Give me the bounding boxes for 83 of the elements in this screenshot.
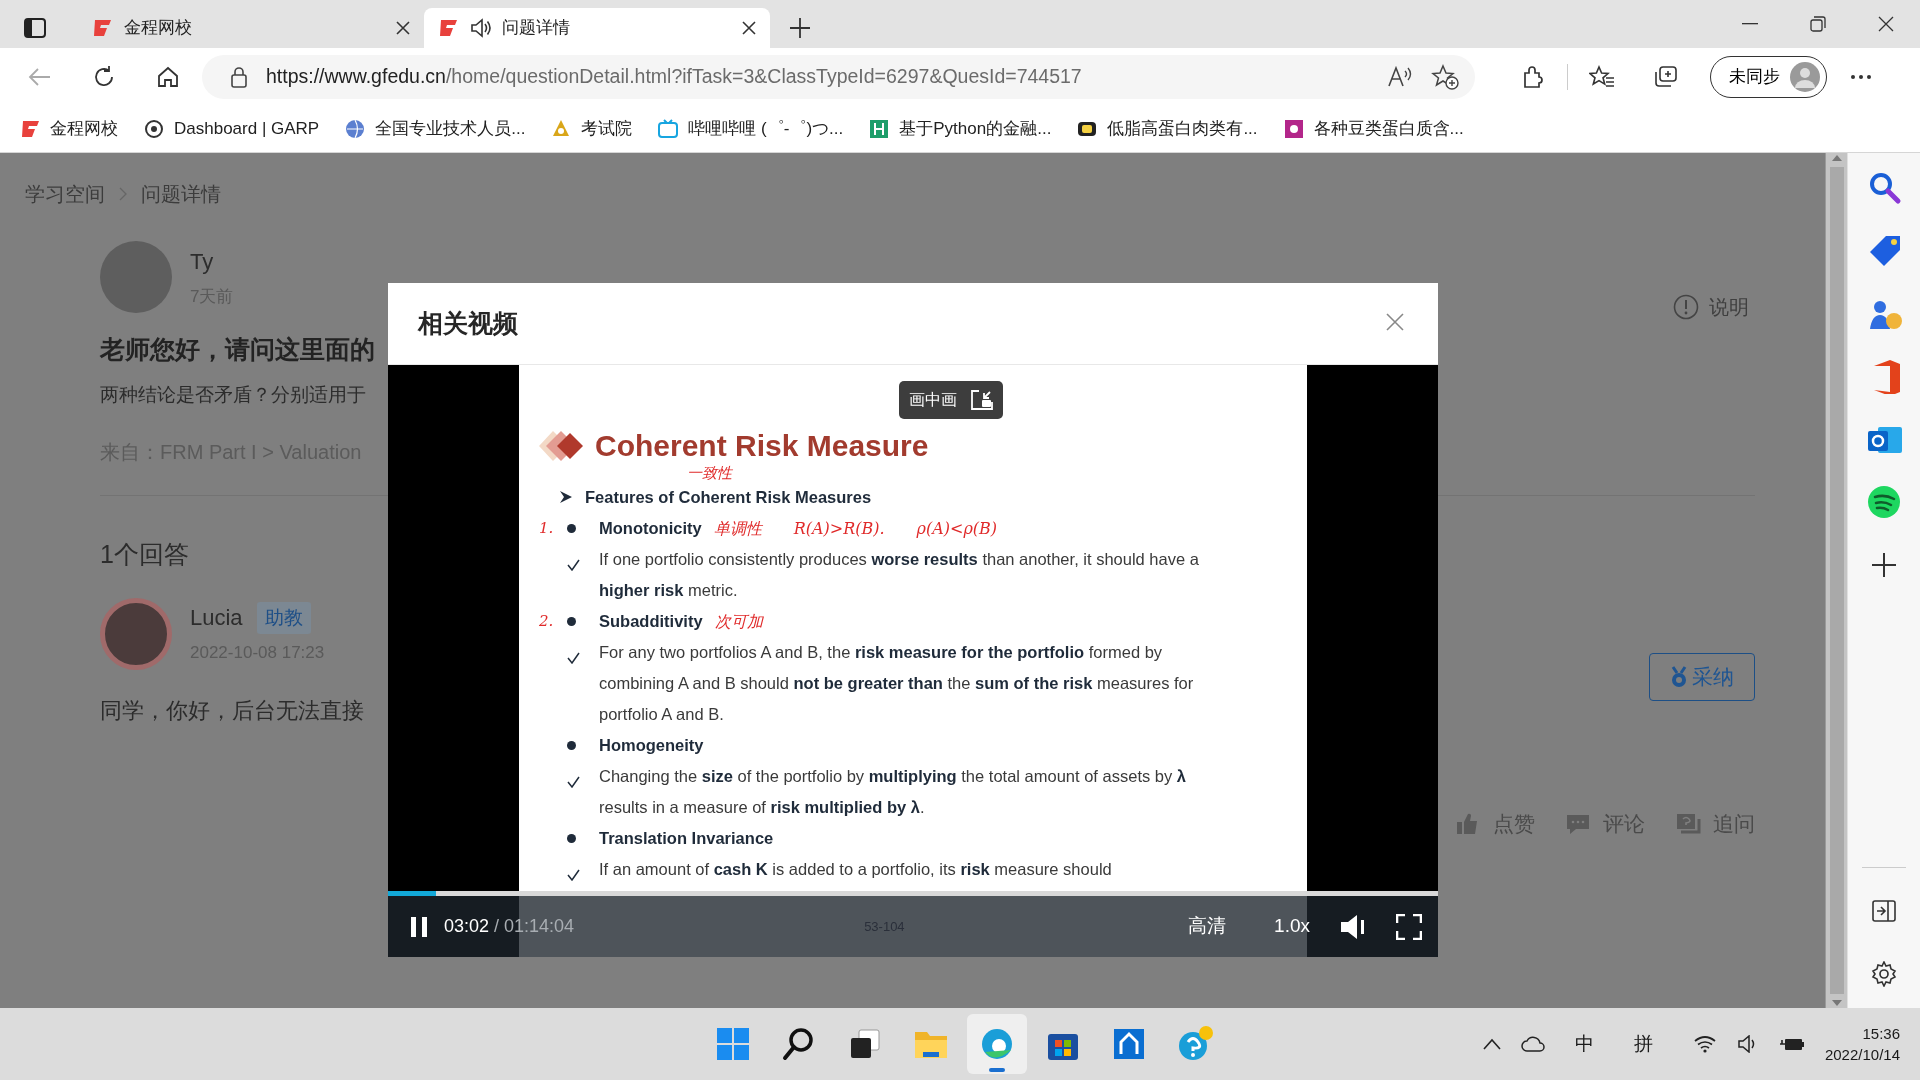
bookmark-icon bbox=[144, 118, 164, 139]
check-icon bbox=[567, 652, 580, 665]
picture-in-picture-icon bbox=[971, 390, 993, 410]
cloud-icon[interactable] bbox=[1520, 1036, 1545, 1052]
progress-track[interactable] bbox=[388, 891, 1438, 896]
bookmark-icon bbox=[551, 118, 572, 139]
role-tag: 助教 bbox=[256, 601, 311, 634]
avatar-icon bbox=[1790, 61, 1820, 92]
check-icon bbox=[567, 869, 580, 882]
slide-title: Coherent Risk Measure bbox=[595, 428, 929, 464]
answers-heading: 1个回答 bbox=[100, 539, 189, 570]
close-icon[interactable] bbox=[742, 21, 756, 35]
fullscreen-icon[interactable] bbox=[1396, 913, 1422, 940]
browser-icon[interactable] bbox=[967, 1014, 1027, 1074]
profile-button[interactable]: 未同步 bbox=[1710, 55, 1827, 98]
speaker-icon[interactable] bbox=[470, 18, 492, 38]
author-name: Lucia bbox=[190, 604, 243, 633]
info-icon bbox=[1673, 294, 1699, 320]
ime-indicator[interactable]: 拼 bbox=[1633, 1029, 1653, 1059]
check-icon bbox=[567, 776, 580, 789]
bullet-icon bbox=[567, 834, 576, 843]
bookmark-link[interactable]: 基于Python的金融... bbox=[869, 115, 1052, 142]
site-logo-icon bbox=[92, 18, 114, 38]
bookmark-link[interactable]: 金程网校 bbox=[20, 115, 118, 142]
browser-tab[interactable]: 金程网校 bbox=[78, 8, 424, 48]
address-field[interactable]: https://www.gfedu.cn/home/questionDetail.html?ifTask=3&ClassTypeId=6297&QuesId=744517 bbox=[202, 54, 1475, 99]
medal-icon bbox=[1670, 666, 1688, 688]
slide-bullet: Translation Invariance bbox=[599, 828, 774, 849]
clock[interactable]: 15:36 2022/10/14 bbox=[1824, 1023, 1900, 1065]
bookmark-icon bbox=[658, 118, 679, 139]
quality-button[interactable]: 高清 bbox=[1188, 912, 1227, 941]
handwritten-note: 单调性 bbox=[713, 518, 762, 540]
slide-text: If an amount of cash K is added to a portfolio, its risk measure should bbox=[599, 859, 1113, 880]
bookmark-link[interactable]: 各种豆类蛋白质含... bbox=[1283, 115, 1464, 142]
bookmark-link[interactable]: 低脂高蛋白肉类有... bbox=[1077, 115, 1258, 142]
bookmark-icon bbox=[20, 118, 40, 139]
slide-heading: Features of Coherent Risk Measures bbox=[585, 487, 872, 508]
bookmark-icon bbox=[345, 118, 366, 139]
question-icon bbox=[1675, 811, 1701, 836]
input-mode-indicator[interactable]: 中 bbox=[1574, 1029, 1594, 1059]
bullet-icon bbox=[567, 617, 576, 626]
question-title: 老师您好，请问这里面的 bbox=[100, 334, 375, 365]
handwritten-note: 一致性 bbox=[687, 464, 732, 482]
handwritten-number: 2. bbox=[539, 611, 555, 632]
read-aloud-icon[interactable] bbox=[1387, 65, 1413, 88]
url-text: https://www.gfedu.cn/home/questionDetail.html?ifTask=3&ClassTypeId=6297&QuesId=744517 bbox=[266, 63, 1083, 89]
picture-in-picture-button[interactable]: 画中画 bbox=[899, 381, 1003, 419]
pause-icon[interactable] bbox=[410, 915, 428, 938]
slide-bullet: Homogeneity bbox=[599, 735, 704, 756]
slide-text: For any two portfolios A and B, the risk measure for the portfolio formed by combining A and B should not be greater than the sum of the risk measures for portfolio A and B. bbox=[599, 642, 1195, 725]
chevron-icon bbox=[119, 187, 127, 201]
slide-text: Changing the size of the portfolio by multiplying the total amount of assets by λ results in a measure of risk multiplied by λ. bbox=[599, 766, 1187, 818]
handwritten-note: ρ(A)<ρ(B) bbox=[916, 518, 998, 540]
browser-tab[interactable]: 问题详情 bbox=[424, 8, 770, 48]
check-icon bbox=[567, 559, 580, 572]
question-text: 两种结论是否矛盾？分别适用于 bbox=[100, 382, 366, 407]
answer-text: 同学，你好，后台无法直接 bbox=[100, 696, 364, 725]
close-icon[interactable] bbox=[396, 21, 410, 35]
bookmark-link[interactable]: 全国专业技术人员... bbox=[345, 115, 526, 142]
bullet-icon bbox=[567, 741, 576, 750]
bullet-icon bbox=[567, 524, 576, 533]
author-name: Ty bbox=[190, 247, 214, 276]
bookmark-icon bbox=[1283, 118, 1304, 139]
bookmark-link[interactable]: 哔哩哔哩 (゜-゜)つ... bbox=[658, 115, 844, 142]
bookmark-icon bbox=[869, 118, 890, 139]
scrollbar-thumb[interactable] bbox=[1829, 167, 1844, 994]
handwritten-number: 1. bbox=[539, 518, 555, 539]
bookmark-link[interactable]: Dashboard | GARP bbox=[144, 115, 320, 142]
bookmark-link[interactable]: 考试院 bbox=[551, 115, 633, 142]
handwritten-note: R(A)>R(B). bbox=[793, 518, 885, 540]
wifi-icon[interactable] bbox=[1692, 1035, 1717, 1053]
speed-button[interactable]: 1.0x bbox=[1274, 912, 1310, 941]
playback-time: 03:02 / 01:14:04 bbox=[444, 915, 575, 938]
chevron-up-icon[interactable] bbox=[1482, 1038, 1501, 1050]
arrow-bullet-icon bbox=[559, 490, 573, 504]
add-favorite-icon[interactable] bbox=[1431, 63, 1459, 90]
slide-bullet: Subadditivity bbox=[599, 611, 703, 632]
lock-icon[interactable] bbox=[230, 65, 248, 88]
slide-text: If one portfolio consistently produces worse results than another, it should have a higher risk metric. bbox=[599, 549, 1200, 601]
site-logo-icon bbox=[438, 18, 460, 38]
slide-bullet: Monotonicity bbox=[599, 518, 702, 539]
handwritten-note: 次可加 bbox=[714, 611, 763, 633]
dialog-title: 相关视频 bbox=[418, 307, 518, 339]
